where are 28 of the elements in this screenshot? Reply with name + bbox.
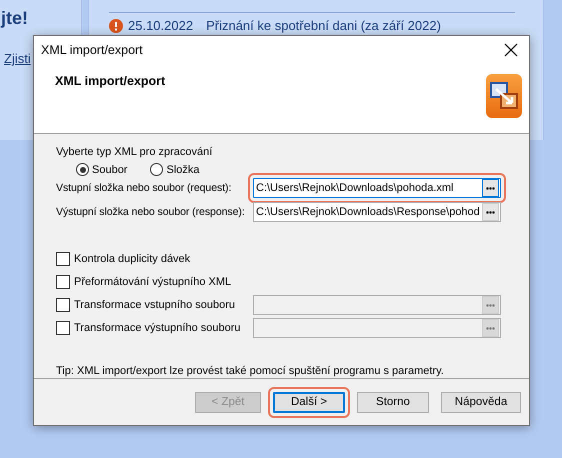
- browse-button[interactable]: [482, 203, 499, 221]
- path-label: Vstupní složka nebo soubor (request):: [56, 182, 232, 194]
- radio-button[interactable]: [76, 163, 89, 176]
- wizard-button[interactable]: Storno: [357, 392, 429, 412]
- path-field[interactable]: C:\Users\Rejnok\Downloads\Response\pohod: [253, 202, 501, 222]
- close-button[interactable]: [503, 42, 519, 58]
- option-checkbox[interactable]: Přeformátování výstupního XML: [56, 275, 253, 289]
- wizard-button[interactable]: Nápověda: [441, 392, 521, 412]
- dialog-heading: XML import/export: [55, 74, 166, 90]
- path-label: Výstupní složka nebo soubor (response):: [56, 206, 246, 218]
- browse-button[interactable]: [482, 179, 499, 197]
- radio-button[interactable]: [150, 163, 164, 176]
- close-icon: [503, 42, 519, 58]
- radio-label: Složka: [166, 164, 200, 176]
- notice-date: 25.10.2022: [128, 18, 194, 33]
- more-icon: [486, 186, 495, 190]
- dialog-title: XML import/export: [41, 43, 143, 57]
- option-checkbox[interactable]: Kontrola duplicity dávek: [56, 252, 253, 266]
- warning-icon: [109, 18, 123, 32]
- more-icon: [486, 304, 495, 306]
- tip-text: Tip: XML import/export lze provést také pomocí spuštění programu s parametry.: [56, 365, 445, 377]
- transfer-logo-icon: [486, 74, 522, 118]
- xml-type-label: Vyberte typ XML pro zpracování: [56, 146, 214, 158]
- greeting-heading: jte!: [1, 8, 29, 29]
- more-icon: [486, 210, 495, 214]
- notice-link[interactable]: Přiznání ke spotřební dani (za září 2022): [206, 18, 441, 33]
- more-icon: [486, 326, 495, 330]
- radio-label: Soubor: [92, 164, 128, 176]
